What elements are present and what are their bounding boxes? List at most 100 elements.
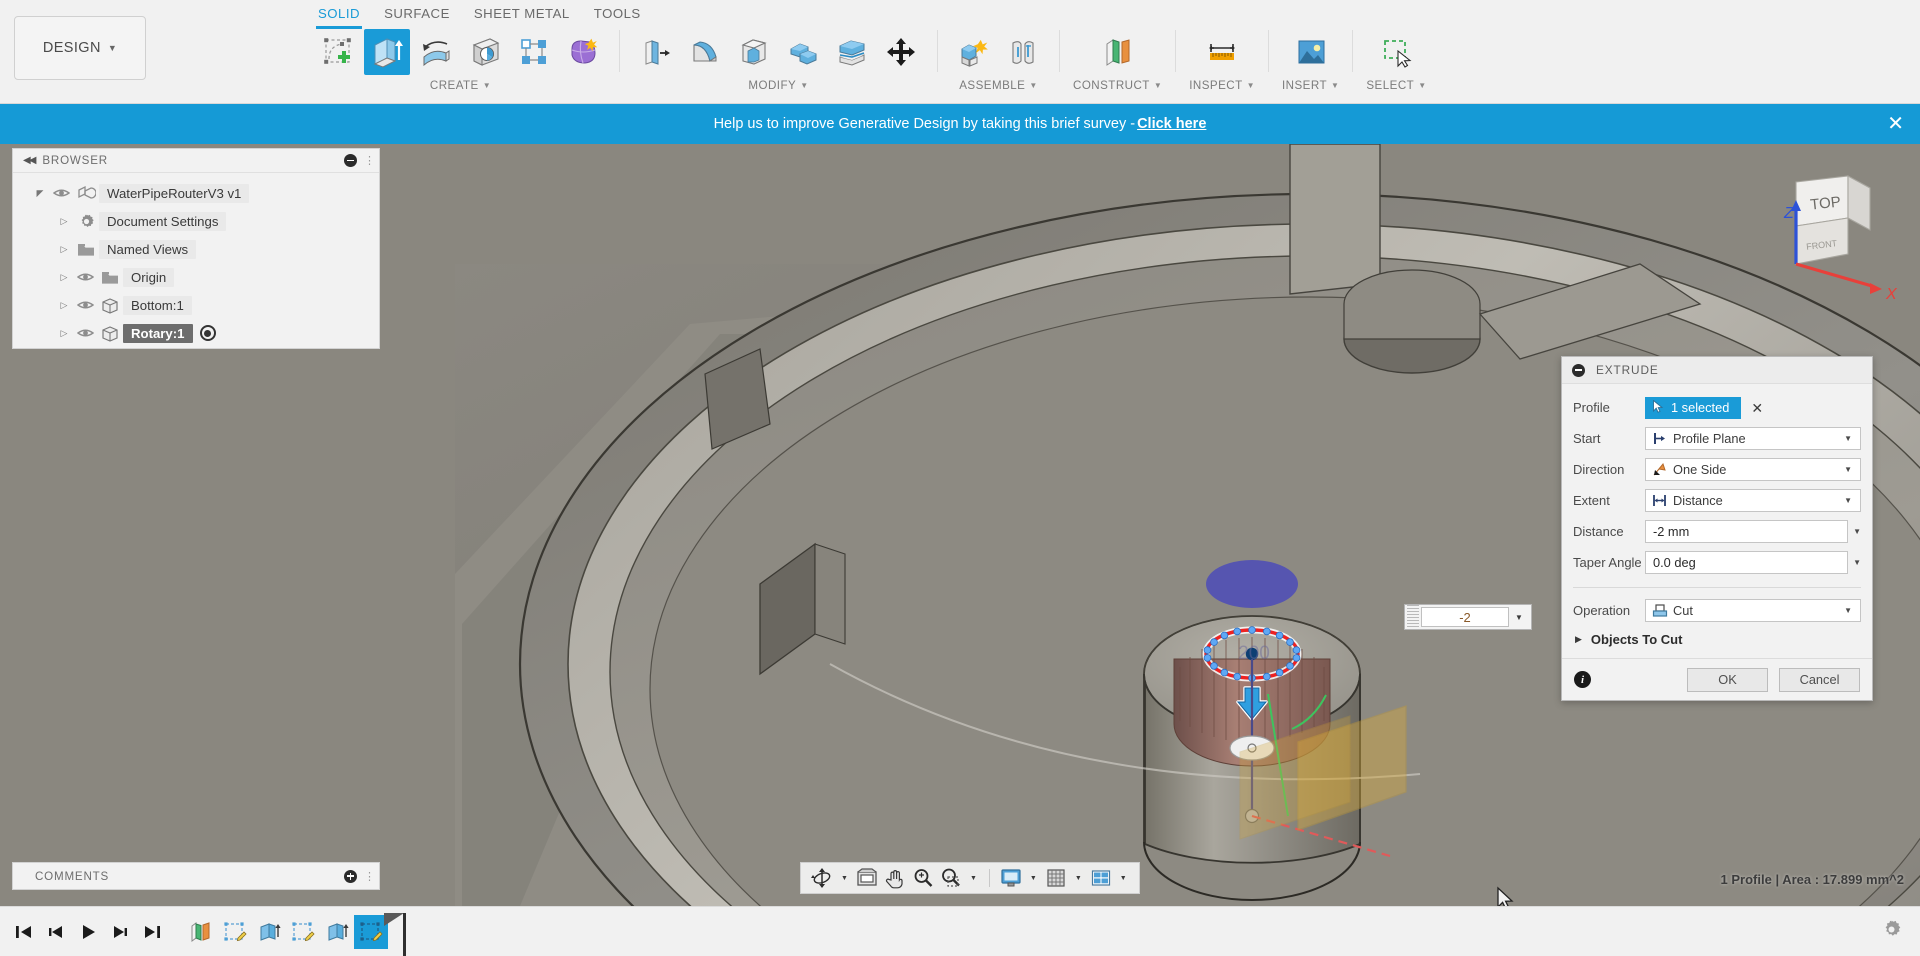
info-icon[interactable]: i (1574, 671, 1591, 688)
visibility-eye-icon[interactable] (73, 327, 97, 339)
tree-node-named-views[interactable]: ▷ Named Views (13, 235, 379, 263)
panel-grip-icon[interactable]: ⋮ (364, 870, 375, 883)
orbit-icon[interactable] (809, 865, 835, 891)
press-pull-icon[interactable] (633, 29, 679, 75)
grid-snaps-icon[interactable] (1043, 865, 1069, 891)
canvas-value-input[interactable]: -2 ▼ (1404, 604, 1532, 630)
select-window-icon[interactable] (1373, 29, 1419, 75)
tree-node-rotary[interactable]: ▷ Rotary:1 (13, 319, 379, 347)
canvas-distance-value[interactable]: -2 (1421, 607, 1509, 627)
shell-icon[interactable] (731, 29, 777, 75)
chevron-down-icon[interactable]: ▼ (1853, 558, 1861, 567)
chevron-down-icon[interactable]: ▼ (1844, 434, 1858, 443)
visibility-eye-icon[interactable] (73, 271, 97, 283)
collapse-dialog-icon[interactable] (1572, 363, 1585, 377)
expand-triangle-icon[interactable]: ▷ (55, 272, 73, 283)
chevron-down-icon[interactable]: ▼ (1071, 875, 1086, 882)
expand-triangle-icon[interactable]: ▷ (55, 216, 73, 227)
tree-node-document-settings[interactable]: ▷ Document Settings (13, 207, 379, 235)
chevron-down-icon[interactable]: ▼ (1116, 875, 1131, 882)
pan-hand-icon[interactable] (882, 865, 908, 891)
operation-dropdown[interactable]: Cut ▼ (1645, 599, 1861, 622)
taper-angle-input[interactable]: 0.0 deg (1645, 551, 1849, 574)
viewports-icon[interactable] (1088, 865, 1114, 891)
create-sketch-icon[interactable] (315, 29, 361, 75)
tab-solid[interactable]: SOLID (306, 2, 372, 29)
split-face-icon[interactable] (829, 29, 875, 75)
extrude-icon[interactable] (364, 29, 410, 75)
drag-handle-icon[interactable] (1407, 605, 1419, 629)
timeline-sketch-active-icon[interactable] (354, 914, 388, 949)
timeline-sketch-icon[interactable] (218, 915, 252, 949)
timeline-marker-flag[interactable] (384, 912, 404, 926)
ok-button[interactable]: OK (1687, 667, 1768, 692)
visibility-eye-icon[interactable] (73, 299, 97, 311)
minimize-icon[interactable] (344, 154, 357, 167)
group-label-modify[interactable]: MODIFY ▼ (748, 79, 808, 92)
expand-triangle-icon[interactable]: ▷ (55, 300, 73, 311)
expand-triangle-icon[interactable]: ◤ (31, 188, 49, 199)
fillet-icon[interactable] (682, 29, 728, 75)
step-back-icon[interactable] (40, 916, 72, 948)
tab-sheet-metal[interactable]: SHEET METAL (462, 2, 582, 29)
chevron-down-icon[interactable]: ▼ (966, 875, 981, 882)
tree-node-origin[interactable]: ▷ Origin (13, 263, 379, 291)
chevron-down-icon[interactable]: ▼ (1509, 613, 1529, 622)
distance-input[interactable]: -2 mm (1645, 520, 1849, 543)
group-label-inspect[interactable]: INSPECT ▼ (1189, 79, 1255, 92)
group-label-insert[interactable]: INSERT ▼ (1282, 79, 1339, 92)
step-forward-icon[interactable] (104, 916, 136, 948)
extent-dropdown[interactable]: Distance ▼ (1645, 489, 1861, 512)
start-dropdown[interactable]: Profile Plane ▼ (1645, 427, 1861, 450)
clear-selection-icon[interactable]: ✕ (1751, 401, 1763, 415)
timeline-extrude-icon[interactable] (252, 915, 286, 949)
collapse-left-icon[interactable]: ◀◀ (23, 155, 36, 166)
banner-click-here-link[interactable]: Click here (1137, 116, 1206, 132)
move-copy-icon[interactable] (878, 29, 924, 75)
revolve-icon[interactable] (413, 29, 459, 75)
tree-node-root[interactable]: ◤ WaterPipeRouterV3 v1 (13, 179, 379, 207)
pattern-icon[interactable] (511, 29, 557, 75)
display-settings-icon[interactable] (998, 865, 1024, 891)
timeline-extrude-icon[interactable] (320, 915, 354, 949)
chevron-down-icon[interactable]: ▼ (1844, 465, 1858, 474)
gear-icon[interactable] (1881, 919, 1902, 945)
objects-to-cut-expander[interactable]: ▶ Objects To Cut (1562, 626, 1872, 653)
tree-node-bottom[interactable]: ▷ Bottom:1 (13, 291, 379, 319)
combine-icon[interactable] (780, 29, 826, 75)
joint-icon[interactable] (1000, 29, 1046, 75)
chevron-down-icon[interactable]: ▼ (1853, 527, 1861, 536)
direction-dropdown[interactable]: One Side ▼ (1645, 458, 1861, 481)
extrude-dialog-header[interactable]: EXTRUDE (1562, 357, 1872, 384)
group-label-create[interactable]: CREATE ▼ (430, 79, 491, 92)
group-label-construct[interactable]: CONSTRUCT ▼ (1073, 79, 1162, 92)
look-at-icon[interactable] (854, 865, 880, 891)
activate-component-radio[interactable] (199, 325, 216, 341)
zoom-icon[interactable] (910, 865, 936, 891)
play-icon[interactable] (72, 916, 104, 948)
expand-triangle-icon[interactable]: ▷ (55, 244, 73, 255)
panel-grip-icon[interactable]: ⋮ (364, 154, 375, 167)
sweep-icon[interactable] (462, 29, 508, 75)
go-to-beginning-icon[interactable] (8, 916, 40, 948)
offset-plane-icon[interactable] (1095, 29, 1141, 75)
chevron-down-icon[interactable]: ▼ (1844, 606, 1858, 615)
expand-triangle-icon[interactable]: ▷ (55, 328, 73, 339)
form-icon[interactable] (560, 29, 606, 75)
timeline-marker[interactable] (403, 912, 406, 956)
cancel-button[interactable]: Cancel (1779, 667, 1860, 692)
tab-surface[interactable]: SURFACE (372, 2, 462, 29)
tab-tools[interactable]: TOOLS (582, 2, 653, 29)
close-icon[interactable]: ✕ (1887, 114, 1904, 134)
group-label-assemble[interactable]: ASSEMBLE ▼ (959, 79, 1037, 92)
add-comment-icon[interactable] (344, 869, 357, 883)
insert-image-icon[interactable] (1288, 29, 1334, 75)
new-component-icon[interactable] (951, 29, 997, 75)
chevron-down-icon[interactable]: ▼ (1026, 875, 1041, 882)
zoom-window-icon[interactable] (938, 865, 964, 891)
visibility-eye-icon[interactable] (49, 187, 73, 199)
go-to-end-icon[interactable] (136, 916, 168, 948)
workspace-switcher-button[interactable]: DESIGN ▼ (14, 16, 146, 80)
measure-icon[interactable] (1199, 29, 1245, 75)
timeline-sketch-icon[interactable] (286, 915, 320, 949)
